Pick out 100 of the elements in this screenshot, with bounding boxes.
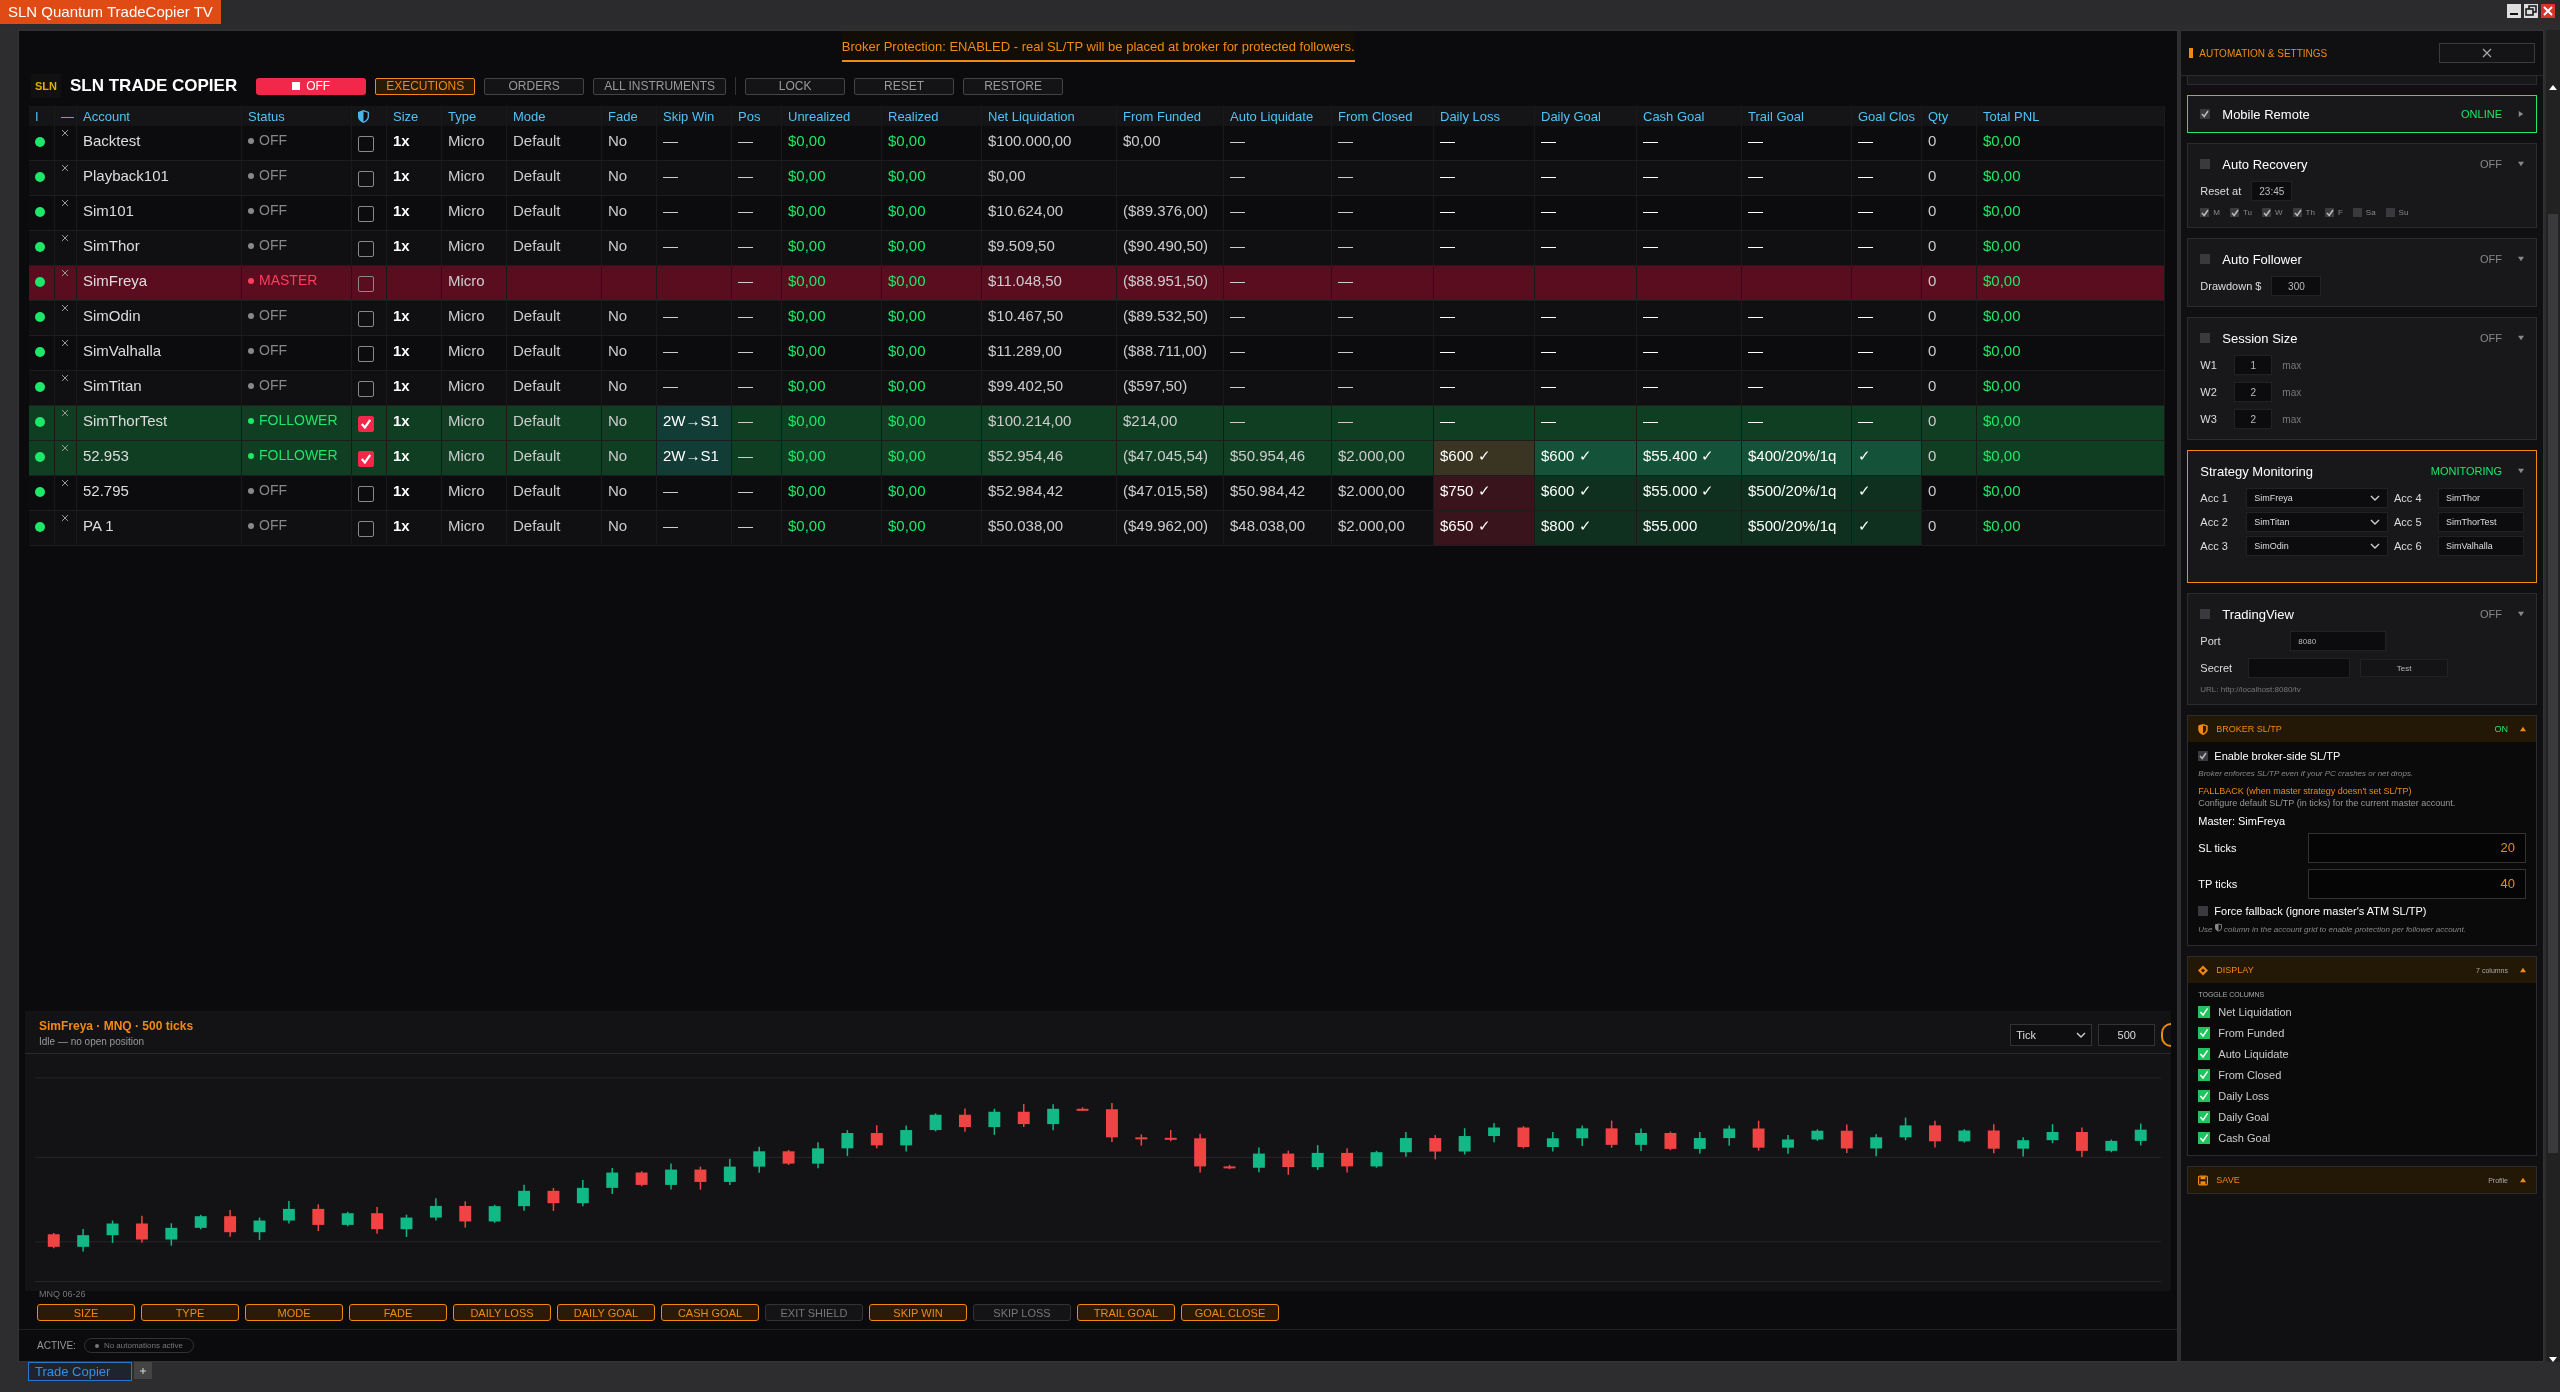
- take-profit-field[interactable]: 40: [2308, 868, 2526, 899]
- automation-toggle[interactable]: MODE: [245, 1304, 343, 1321]
- automation-toggle[interactable]: FADE: [349, 1304, 447, 1321]
- day-checkbox[interactable]: [2229, 208, 2239, 217]
- automation-toggle[interactable]: DAILY GOAL: [557, 1304, 655, 1321]
- checkbox[interactable]: [2200, 109, 2211, 119]
- protect-checkbox[interactable]: [358, 381, 374, 397]
- account-row[interactable]: SimTitan OFF 1x Micro Default No — — $0,00 $0,00 $99.402,50 ($597,50) — — — — — — — 0 $0,00: [29, 371, 2166, 406]
- account-row[interactable]: SimValhalla OFF 1x Micro Default No — — $0,00 $0,00 $11.289,00 ($88.711,00) — — — — — — — 0 $0,00: [29, 336, 2166, 371]
- protect-checkbox[interactable]: [358, 346, 374, 362]
- size-field[interactable]: 1: [2234, 355, 2273, 375]
- protect-checkbox[interactable]: [358, 136, 374, 152]
- size-field[interactable]: 2: [2234, 382, 2273, 402]
- minimize-icon[interactable]: [2507, 4, 2521, 18]
- caret-down-icon[interactable]: [2518, 611, 2524, 617]
- close-icon[interactable]: [2541, 4, 2555, 18]
- account-row[interactable]: Backtest OFF 1x Micro Default No — — $0,00 $0,00 $100.000,00 $0,00 — — — — — — — 0 $0,00: [29, 126, 2166, 161]
- account-row[interactable]: Playback101 OFF 1x Micro Default No — — $0,00 $0,00 $0,00 — — — — — — — 0 $0,00: [29, 161, 2166, 196]
- remove-icon[interactable]: [61, 514, 69, 522]
- automation-toggle[interactable]: SKIP LOSS: [973, 1304, 1071, 1321]
- column-checkbox[interactable]: [2198, 1110, 2211, 1123]
- protect-checkbox[interactable]: [358, 451, 374, 467]
- workspace-tab[interactable]: Trade Copier: [28, 1362, 132, 1381]
- column-checkbox[interactable]: [2198, 1131, 2211, 1144]
- remove-icon[interactable]: [61, 479, 69, 487]
- remove-icon[interactable]: [61, 234, 69, 242]
- remove-icon[interactable]: [61, 374, 69, 382]
- view-tab[interactable]: ALL INSTRUMENTS: [593, 77, 727, 95]
- view-tab[interactable]: EXECUTIONS: [375, 77, 476, 95]
- remove-icon[interactable]: [61, 269, 69, 277]
- column-checkbox[interactable]: [2198, 1068, 2211, 1081]
- account-dropdown[interactable]: SimOdin: [2246, 536, 2388, 556]
- day-checkbox[interactable]: [2324, 208, 2334, 217]
- automation-toggle[interactable]: CASH GOAL: [661, 1304, 759, 1321]
- scroll-up-icon[interactable]: [2549, 85, 2557, 90]
- automation-toggle[interactable]: SIZE: [37, 1304, 135, 1321]
- checkbox[interactable]: [2200, 254, 2211, 264]
- day-checkbox[interactable]: [2262, 208, 2271, 217]
- protect-checkbox[interactable]: [358, 521, 374, 537]
- protect-checkbox[interactable]: [358, 206, 374, 222]
- checkbox[interactable]: [2198, 905, 2209, 916]
- day-checkbox[interactable]: [2352, 208, 2362, 217]
- column-checkbox[interactable]: [2198, 1005, 2211, 1018]
- automation-toggle[interactable]: EXIT SHIELD: [765, 1304, 863, 1321]
- checkbox[interactable]: [2198, 751, 2209, 761]
- remove-icon[interactable]: [61, 304, 69, 312]
- account-row[interactable]: SimFreya MASTER Micro — $0,00 $0,00 $11.048,50 ($88.951,50) — — 0 $0,00: [29, 266, 2166, 301]
- port-field[interactable]: 8080: [2290, 631, 2387, 651]
- day-checkbox[interactable]: [2385, 208, 2395, 217]
- interval-dropdown[interactable]: Tick: [2010, 1024, 2093, 1046]
- stop-loss-field[interactable]: 20: [2308, 832, 2526, 863]
- protect-checkbox[interactable]: [358, 171, 374, 187]
- remove-icon[interactable]: [61, 164, 69, 172]
- account-row[interactable]: SimThor OFF 1x Micro Default No — — $0,00 $0,00 $9.509,50 ($90.490,50) — — — — — — — 0 $0,00: [29, 231, 2166, 266]
- toolbar-button[interactable]: RESTORE: [963, 77, 1064, 95]
- account-field[interactable]: SimThor: [2438, 488, 2524, 508]
- checkbox[interactable]: [2200, 609, 2211, 619]
- remove-icon[interactable]: [61, 409, 69, 417]
- protect-checkbox[interactable]: [358, 241, 374, 257]
- toolbar-button[interactable]: LOCK: [745, 77, 846, 95]
- remove-icon[interactable]: [61, 444, 69, 452]
- remove-icon[interactable]: [61, 129, 69, 137]
- caret-down-icon[interactable]: [2518, 256, 2524, 262]
- protect-checkbox[interactable]: [358, 486, 374, 502]
- account-row[interactable]: SimOdin OFF 1x Micro Default No — — $0,00 $0,00 $10.467,50 ($89.532,50) — — — — — — — 0 $0,00: [29, 301, 2166, 336]
- caret-down-icon[interactable]: [2518, 335, 2524, 341]
- caret-up-icon[interactable]: [2520, 1177, 2526, 1184]
- drawdown-field[interactable]: 300: [2271, 276, 2322, 296]
- toolbar-button[interactable]: RESET: [854, 77, 955, 95]
- automation-toggle[interactable]: SKIP WIN: [869, 1304, 967, 1321]
- account-row[interactable]: 52.953 FOLLOWER 1x Micro Default No 2W→S1 — $0,00 $0,00 $52.954,46 ($47.045,54) $50.954,46 $2.000,00 $600 ✓ $600 ✓ $55.400 ✓ $400/20%/1q ✓ 0 $0,00: [29, 441, 2166, 476]
- protect-checkbox[interactable]: [358, 276, 374, 292]
- account-dropdown[interactable]: SimFreya: [2246, 488, 2388, 508]
- account-row[interactable]: 52.795 OFF 1x Micro Default No — — $0,00 $0,00 $52.984,42 ($47.015,58) $50.984,42 $2.000,00 $750 ✓ $600 ✓ $55.000 ✓ $500/20%/1q ✓ 0 $0,00: [29, 476, 2166, 511]
- automation-toggle[interactable]: DAILY LOSS: [453, 1304, 551, 1321]
- account-row[interactable]: SimThorTest FOLLOWER 1x Micro Default No 2W→S1 — $0,00 $0,00 $100.214,00 $214,00 — — — — — — — 0 $0,00: [29, 406, 2166, 441]
- test-button[interactable]: Test: [2360, 659, 2449, 677]
- tick-size-field[interactable]: 500: [2098, 1024, 2156, 1046]
- view-tab[interactable]: ORDERS: [484, 77, 585, 95]
- restore-icon[interactable]: [2524, 4, 2538, 18]
- circle-button[interactable]: [2161, 1023, 2172, 1047]
- protect-checkbox[interactable]: [358, 311, 374, 327]
- power-toggle[interactable]: OFF: [256, 77, 367, 95]
- add-tab-button[interactable]: [134, 1362, 152, 1379]
- account-row[interactable]: PA 1 OFF 1x Micro Default No — — $0,00 $0,00 $50.038,00 ($49.962,00) $48.038,00 $2.000,00 $650 ✓ $800 ✓ $55.000 $500/20%/1q ✓ 0 $0,00: [29, 511, 2166, 546]
- day-checkbox[interactable]: [2200, 208, 2210, 217]
- protect-checkbox[interactable]: [358, 416, 374, 432]
- caret-down-icon[interactable]: [2518, 161, 2524, 167]
- checkbox[interactable]: [2200, 159, 2211, 169]
- size-field[interactable]: 2: [2234, 409, 2273, 429]
- automation-toggle[interactable]: GOAL CLOSE: [1181, 1304, 1279, 1321]
- scrollbar[interactable]: [2546, 30, 2560, 1362]
- section-header[interactable]: BROKER SL/TP ON: [2188, 716, 2536, 742]
- caret-up-icon[interactable]: [2520, 726, 2526, 732]
- account-dropdown[interactable]: SimTitan: [2246, 512, 2388, 532]
- remove-icon[interactable]: [61, 339, 69, 347]
- account-field[interactable]: SimThorTest: [2438, 512, 2524, 532]
- account-row[interactable]: Sim101 OFF 1x Micro Default No — — $0,00 $0,00 $10.624,00 ($89.376,00) — — — — — — — 0 $0,00: [29, 196, 2166, 231]
- automation-toggle[interactable]: TYPE: [141, 1304, 239, 1321]
- caret-down-icon[interactable]: [2518, 468, 2524, 474]
